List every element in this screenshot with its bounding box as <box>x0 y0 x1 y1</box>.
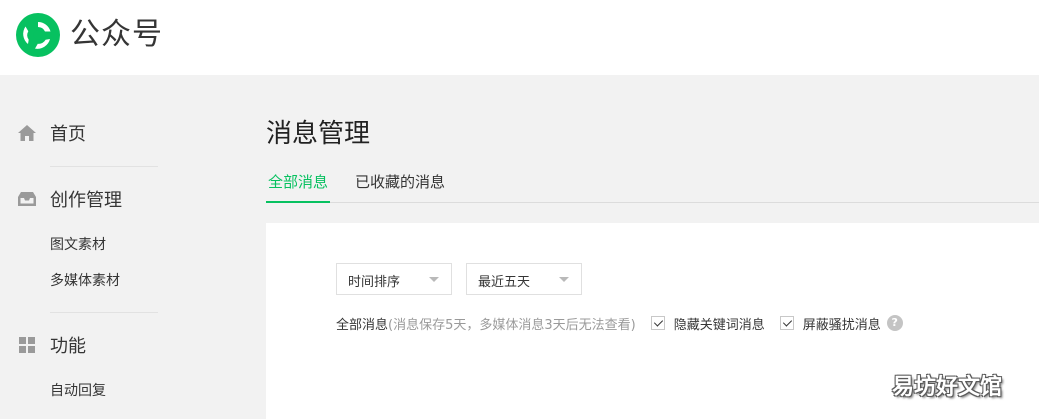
main-content: 消息管理 全部消息 已收藏的消息 时间排序 最近五天 全部消息 (消息保存5天，… <box>266 75 1039 419</box>
block-spam-messages-checkbox[interactable]: 屏蔽骚扰消息 <box>779 314 881 333</box>
sidebar-item-home[interactable]: 首页 <box>16 117 86 149</box>
sidebar-item-image-text-material[interactable]: 图文素材 <box>50 234 106 254</box>
page-title: 消息管理 <box>266 119 371 149</box>
date-range-select[interactable]: 最近五天 <box>466 263 582 295</box>
sidebar: 首页 创作管理 图文素材 多媒体素材 功能 自动回复 <box>0 75 248 419</box>
sidebar-item-create[interactable]: 创作管理 <box>16 183 122 215</box>
sidebar-item-home-label: 首页 <box>50 124 86 145</box>
sidebar-item-create-label: 创作管理 <box>50 190 122 211</box>
sidebar-item-auto-reply[interactable]: 自动回复 <box>50 380 106 400</box>
wechat-official-logo-icon[interactable] <box>16 13 60 57</box>
home-icon <box>18 125 36 141</box>
message-tabs: 全部消息 已收藏的消息 <box>266 171 1039 203</box>
sidebar-divider <box>50 312 158 313</box>
block-spam-messages-label: 屏蔽骚扰消息 <box>802 317 881 333</box>
checkbox-checked-icon[interactable] <box>650 316 665 330</box>
sidebar-item-features[interactable]: 功能 <box>16 329 86 361</box>
top-bar: 公众号 <box>0 0 1039 75</box>
all-messages-label: 全部消息 <box>336 317 389 333</box>
sidebar-divider <box>50 166 158 167</box>
date-range-select-value: 最近五天 <box>478 275 531 290</box>
sidebar-item-features-label: 功能 <box>50 336 86 357</box>
retention-hint: (消息保存5天，多媒体消息3天后无法查看) <box>388 317 636 333</box>
sidebar-item-multimedia-material[interactable]: 多媒体素材 <box>50 270 120 290</box>
chevron-down-icon <box>429 277 439 282</box>
inbox-tray-icon <box>18 192 36 206</box>
hide-keyword-messages-checkbox[interactable]: 隐藏关键词消息 <box>650 314 765 333</box>
tab-all-messages[interactable]: 全部消息 <box>266 171 330 203</box>
grid-icon <box>19 337 35 353</box>
help-question-icon[interactable]: ? <box>886 315 903 331</box>
brand-title: 公众号 <box>70 17 163 52</box>
tab-starred-messages[interactable]: 已收藏的消息 <box>355 171 445 203</box>
hide-keyword-messages-label: 隐藏关键词消息 <box>673 317 765 333</box>
chevron-down-icon <box>559 277 569 282</box>
watermark-text: 易坊好文馆 <box>892 375 1003 400</box>
sort-select[interactable]: 时间排序 <box>336 263 452 295</box>
sort-select-value: 时间排序 <box>348 275 401 290</box>
checkbox-checked-icon[interactable] <box>779 316 794 330</box>
filter-row: 全部消息 (消息保存5天，多媒体消息3天后无法查看) 隐藏关键词消息 屏蔽骚扰消… <box>336 313 903 333</box>
